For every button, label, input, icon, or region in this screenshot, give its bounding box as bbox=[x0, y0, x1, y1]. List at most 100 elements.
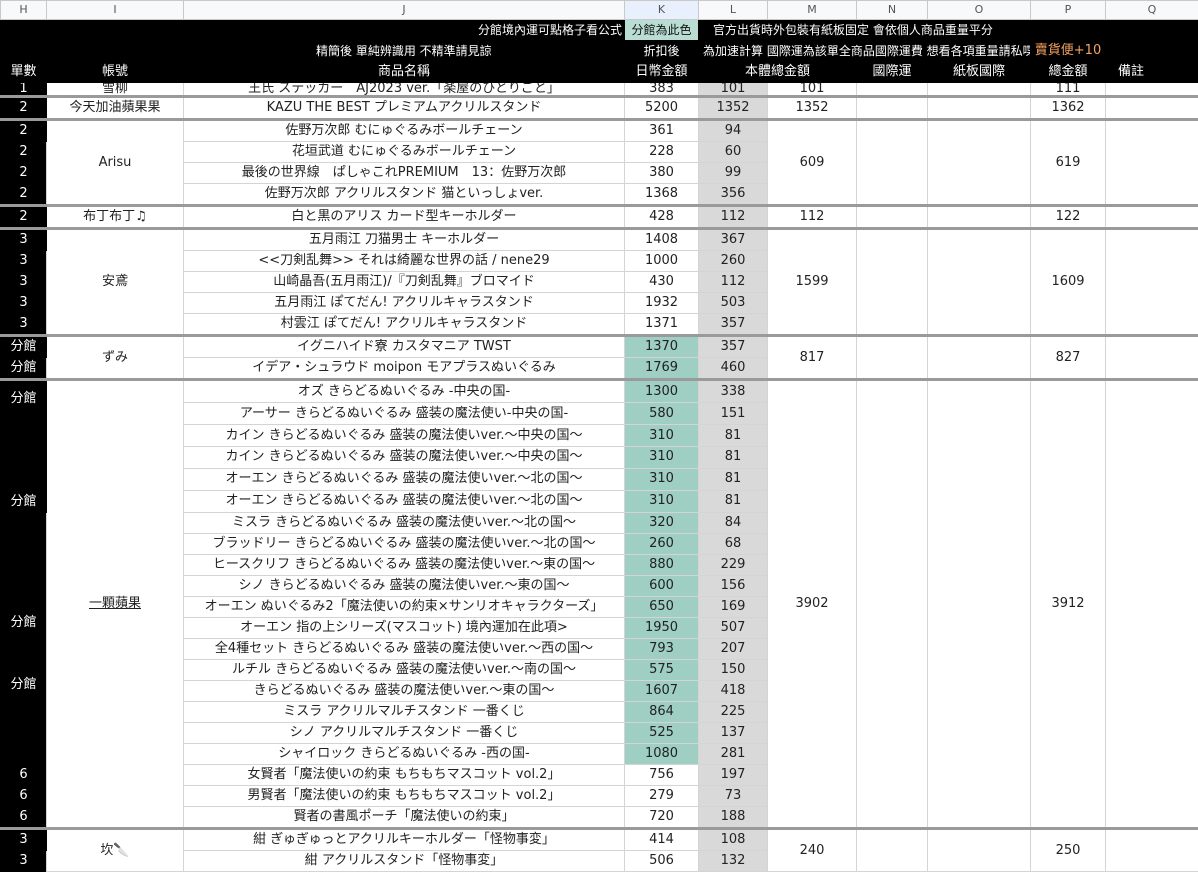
product-name-cell[interactable]: 白と黒のアリス カード型キーホルダー bbox=[183, 204, 625, 229]
account-cell[interactable]: 雪柳 bbox=[46, 82, 184, 97]
total-cell[interactable]: 250 bbox=[1030, 827, 1106, 872]
row-count[interactable]: 6 bbox=[0, 785, 47, 807]
col-letter-j[interactable]: J bbox=[183, 0, 625, 20]
jpy-amount-cell[interactable]: 864 bbox=[624, 701, 699, 723]
board-intl-cell[interactable] bbox=[927, 204, 1031, 229]
header-note-1[interactable]: 分館境內運可點格子看公式 bbox=[0, 19, 625, 41]
product-name-cell[interactable]: オーエン きらどるぬいぐるみ 盛装の魔法使いver.～北の国～ bbox=[183, 467, 625, 491]
body-amount-cell[interactable]: 156 bbox=[698, 575, 768, 597]
body-amount-cell[interactable]: 151 bbox=[698, 402, 768, 426]
jpy-amount-cell[interactable]: 1300 bbox=[624, 377, 699, 404]
intl-shipping-cell[interactable] bbox=[856, 378, 928, 829]
product-name-cell[interactable]: KAZU THE BEST プレミアムアクリルスタンド bbox=[183, 95, 625, 120]
remarks-cell[interactable] bbox=[1105, 82, 1198, 97]
header-empty-q[interactable] bbox=[1105, 40, 1198, 62]
row-count[interactable]: 3 bbox=[0, 827, 47, 851]
body-amount-cell[interactable]: 188 bbox=[698, 806, 768, 829]
jpy-amount-cell[interactable]: 361 bbox=[624, 118, 699, 142]
product-name-cell[interactable]: ブラッドリー きらどるぬいぐるみ 盛装の魔法使いver.～北の国～ bbox=[183, 533, 625, 555]
jpy-amount-cell[interactable]: 310 bbox=[624, 489, 699, 514]
body-amount-cell[interactable]: 207 bbox=[698, 638, 768, 660]
row-count[interactable]: 分館 bbox=[0, 334, 47, 358]
body-amount-cell[interactable]: 229 bbox=[698, 554, 768, 576]
total-cell[interactable]: 1362 bbox=[1030, 95, 1106, 120]
jpy-amount-cell[interactable]: 580 bbox=[624, 402, 699, 426]
jpy-amount-cell[interactable]: 880 bbox=[624, 554, 699, 576]
body-amount-cell[interactable]: 137 bbox=[698, 722, 768, 744]
account-cell[interactable]: 坎🔪 bbox=[46, 827, 184, 872]
body-amount-cell[interactable]: 367 bbox=[698, 227, 768, 251]
body-amount-cell[interactable]: 68 bbox=[698, 533, 768, 555]
jpy-amount-cell[interactable]: 600 bbox=[624, 575, 699, 597]
jpy-amount-cell[interactable]: 383 bbox=[624, 82, 699, 97]
product-name-cell[interactable]: カイン きらどるぬいぐるみ 盛装の魔法使いver.～中央の国～ bbox=[183, 424, 625, 447]
body-amount-cell[interactable]: 112 bbox=[698, 271, 768, 293]
product-name-cell[interactable]: 佐野万次郎 むにゅぐるみボールチェーン bbox=[183, 118, 625, 142]
product-name-cell[interactable]: オーエン 指の上シリーズ(マスコット) 境內運加在此項> bbox=[183, 617, 625, 639]
jpy-amount-cell[interactable]: 228 bbox=[624, 141, 699, 163]
remarks-cell[interactable] bbox=[1105, 334, 1198, 380]
jpy-amount-cell[interactable]: 1950 bbox=[624, 617, 699, 639]
row-count[interactable]: 6 bbox=[0, 806, 47, 829]
jpy-amount-cell[interactable]: 720 bbox=[624, 806, 699, 829]
product-name-cell[interactable]: 女賢者「魔法使いの約束 もちもちマスコット vol.2」 bbox=[183, 764, 625, 786]
body-total-cell[interactable]: 1599 bbox=[767, 227, 857, 336]
intl-shipping-cell[interactable] bbox=[856, 95, 928, 120]
body-amount-cell[interactable]: 460 bbox=[698, 357, 768, 380]
jpy-amount-cell[interactable]: 310 bbox=[624, 446, 699, 469]
body-amount-cell[interactable]: 84 bbox=[698, 512, 768, 534]
jpy-amount-cell[interactable]: 1607 bbox=[624, 680, 699, 702]
row-count-branch[interactable]: 分館 分館 bbox=[0, 512, 47, 765]
header-total[interactable]: 總金額 bbox=[1030, 61, 1106, 83]
product-name-cell[interactable]: シノ アクリルマルチスタンド 一番くじ bbox=[183, 722, 625, 744]
account-cell[interactable]: ずみ bbox=[46, 334, 184, 380]
header-board-intl[interactable]: 紙板國際 bbox=[927, 61, 1031, 83]
body-amount-cell[interactable]: 150 bbox=[698, 659, 768, 681]
header-count[interactable]: 單數 bbox=[0, 61, 47, 83]
product-name-cell[interactable]: イデア・シュラウド moipon モアプラスぬいぐるみ bbox=[183, 357, 625, 380]
body-amount-cell[interactable]: 81 bbox=[698, 424, 768, 447]
product-name-cell[interactable]: ヒースクリフ きらどるぬいぐるみ 盛装の魔法使いver.～東の国～ bbox=[183, 554, 625, 576]
row-count[interactable]: 2 bbox=[0, 162, 47, 184]
header-note-shipping[interactable]: 官方出貨時外包裝有紙板固定 會依個人商品重量平分 bbox=[698, 19, 1198, 41]
jpy-amount-cell[interactable]: 1370 bbox=[624, 334, 699, 358]
product-name-cell[interactable]: ルチル きらどるぬいぐるみ 盛装の魔法使いver.～南の国～ bbox=[183, 659, 625, 681]
body-total-cell[interactable]: 817 bbox=[767, 334, 857, 380]
body-amount-cell[interactable]: 197 bbox=[698, 764, 768, 786]
header-account[interactable]: 帳號 bbox=[46, 61, 184, 83]
header-discount[interactable]: 折扣後 bbox=[624, 40, 699, 62]
col-letter-k[interactable]: K bbox=[624, 0, 699, 20]
jpy-amount-cell[interactable]: 1769 bbox=[624, 357, 699, 380]
body-amount-cell[interactable]: 108 bbox=[698, 827, 768, 851]
row-count[interactable]: 2 bbox=[0, 118, 47, 142]
body-amount-cell[interactable]: 418 bbox=[698, 680, 768, 702]
jpy-amount-cell[interactable]: 1080 bbox=[624, 743, 699, 765]
body-amount-cell[interactable]: 60 bbox=[698, 141, 768, 163]
account-cell[interactable]: Arisu bbox=[46, 118, 184, 206]
jpy-amount-cell[interactable]: 756 bbox=[624, 764, 699, 786]
row-count[interactable]: 3 bbox=[0, 850, 47, 872]
product-name-cell[interactable]: きらどるぬいぐるみ 盛装の魔法使いver.～東の国～ bbox=[183, 680, 625, 702]
jpy-amount-cell[interactable]: 310 bbox=[624, 467, 699, 491]
col-letter-h[interactable]: H bbox=[0, 0, 47, 20]
intl-shipping-cell[interactable] bbox=[856, 334, 928, 380]
account-cell[interactable]: 布丁布丁♫ bbox=[46, 204, 184, 229]
product-name-cell[interactable]: 賢者の書風ポーチ「魔法使いの約束」 bbox=[183, 806, 625, 829]
body-amount-cell[interactable]: 507 bbox=[698, 617, 768, 639]
account-cell[interactable]: 安鳶 bbox=[46, 227, 184, 336]
jpy-amount-cell[interactable]: 380 bbox=[624, 162, 699, 184]
product-name-cell[interactable]: 花垣武道 むにゅぐるみボールチェーン bbox=[183, 141, 625, 163]
body-total-cell[interactable]: 112 bbox=[767, 204, 857, 229]
body-total-cell[interactable]: 3902 bbox=[767, 378, 857, 829]
intl-shipping-cell[interactable] bbox=[856, 82, 928, 97]
intl-shipping-cell[interactable] bbox=[856, 204, 928, 229]
body-amount-cell[interactable]: 81 bbox=[698, 446, 768, 469]
jpy-amount-cell[interactable]: 1408 bbox=[624, 227, 699, 251]
col-letter-m[interactable]: M bbox=[767, 0, 857, 20]
product-name-cell[interactable]: シノ きらどるぬいぐるみ 盛装の魔法使いver.～東の国～ bbox=[183, 575, 625, 597]
body-amount-cell[interactable]: 169 bbox=[698, 596, 768, 618]
jpy-amount-cell[interactable]: 310 bbox=[624, 424, 699, 447]
board-intl-cell[interactable] bbox=[927, 378, 1031, 829]
jpy-amount-cell[interactable]: 260 bbox=[624, 533, 699, 555]
body-amount-cell[interactable]: 357 bbox=[698, 334, 768, 358]
